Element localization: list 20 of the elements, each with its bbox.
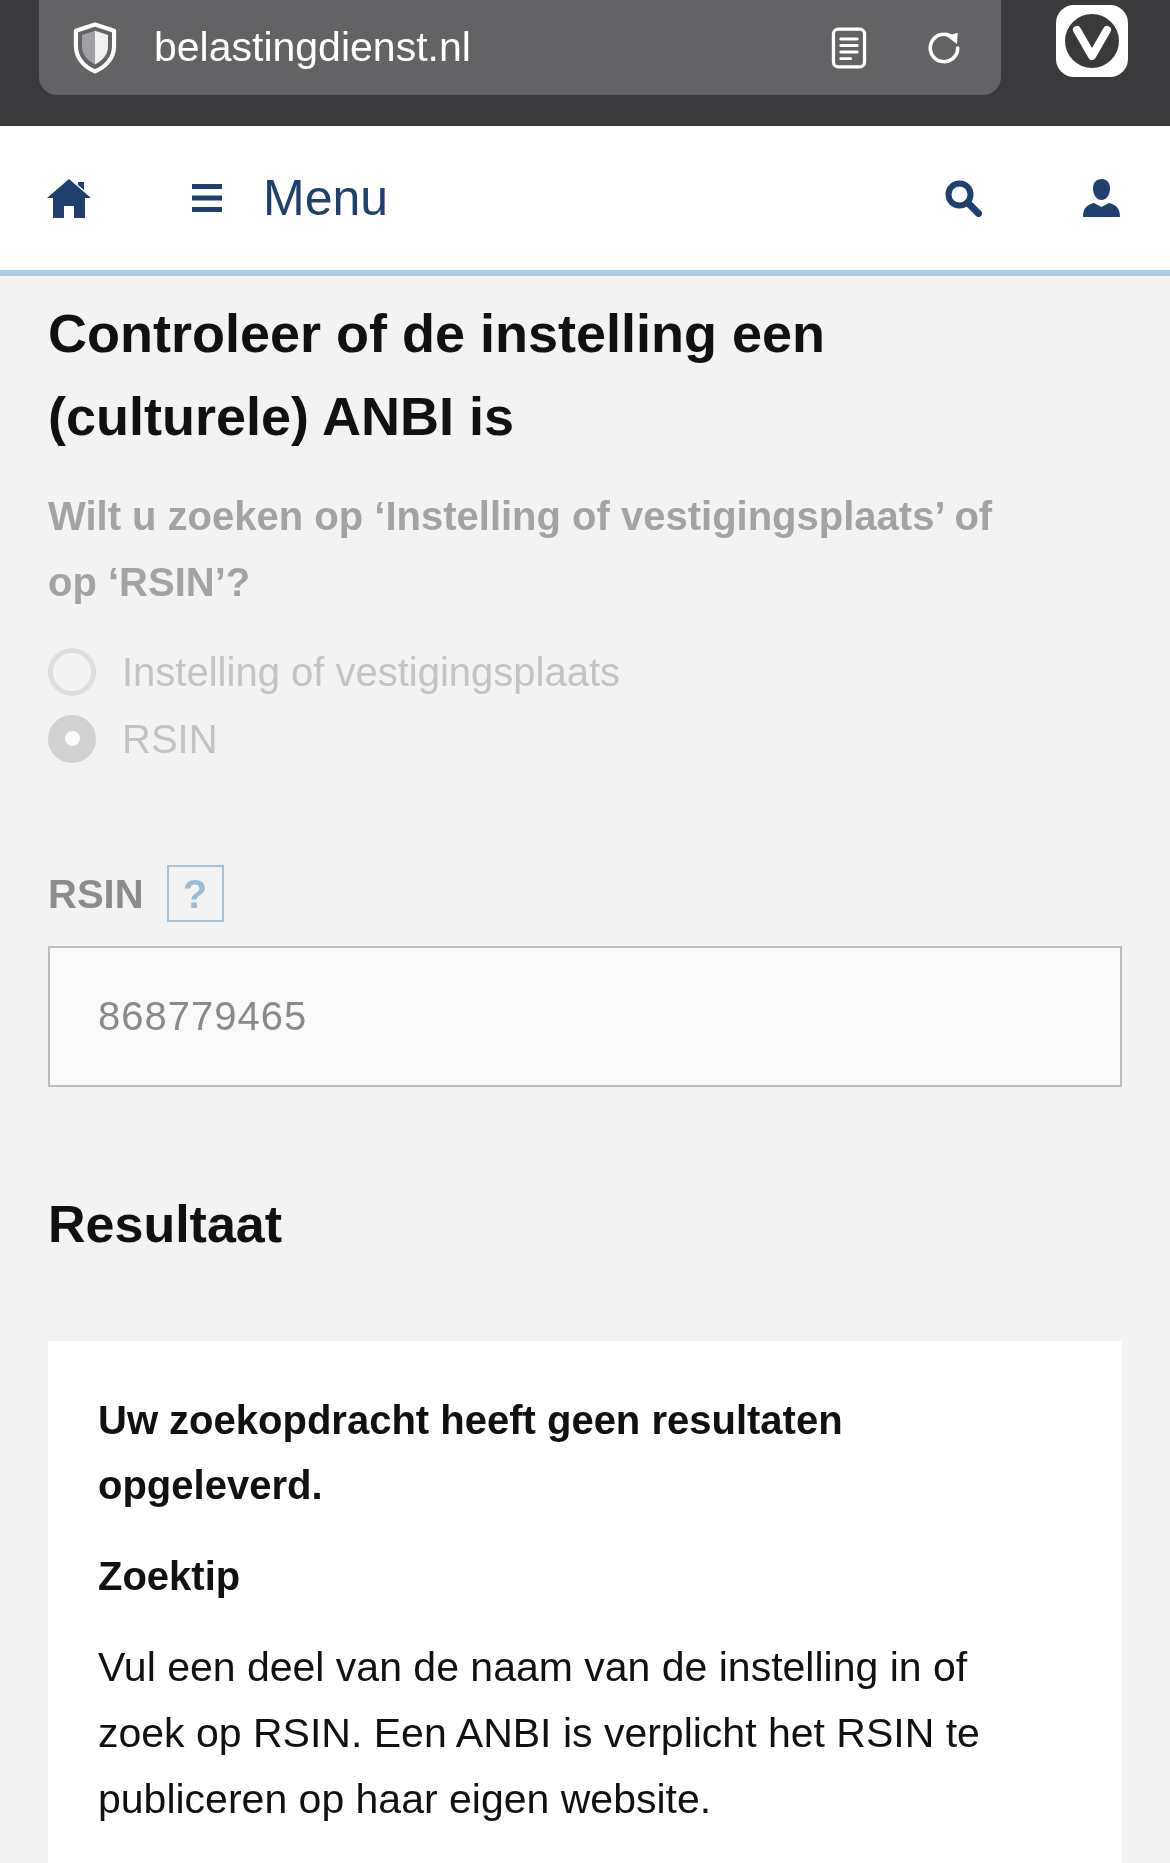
account-button[interactable] — [1083, 179, 1120, 217]
tip-title: Zoektip — [98, 1553, 242, 1600]
page-title: Controleer of de instelling een (culturele) ANBI is — [48, 302, 827, 448]
result-heading: Resultaat — [48, 1194, 284, 1255]
user-icon — [1083, 179, 1120, 217]
home-icon — [47, 178, 91, 218]
tip-text: Vul een deel van de naam van de instelling in of zoek op RSIN. Een ANBI is verplicht het RSIN te publiceren op haar eigen website. — [98, 1643, 981, 1824]
address-bar[interactable]: belastingdienst.nl — [39, 0, 1001, 95]
search-question: Wilt u zoeken op ‘Instelling of vestigingsplaats’ of op ‘RSIN’? — [48, 493, 994, 606]
home-button[interactable] — [47, 178, 91, 218]
url-text: belastingdienst.nl — [154, 27, 471, 68]
field-label: RSIN — [48, 873, 144, 914]
search-icon — [945, 179, 982, 217]
menu-button[interactable]: Menu — [192, 173, 389, 223]
result-message: Uw zoekopdracht heeft geen resultaten opgeleverd. — [98, 1397, 844, 1509]
shield-icon — [72, 21, 118, 74]
search-button[interactable] — [945, 179, 982, 217]
hamburger-icon — [192, 184, 222, 212]
app-logo-icon[interactable] — [1056, 5, 1128, 77]
reader-icon[interactable] — [831, 25, 867, 70]
